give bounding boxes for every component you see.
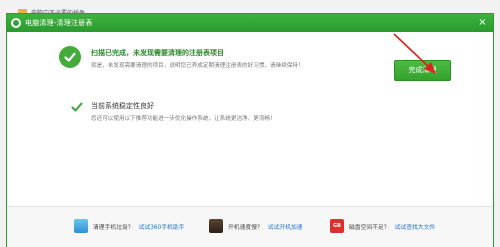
system-status-title: 当前系统稳定性良好	[91, 102, 154, 110]
promo-phone-cleanup: 清理手机垃圾？ 试试360手机助手	[74, 219, 184, 233]
scan-result-description: 就是，未发现需要清理的项目，说明您已养成定期清理注册表的好习惯，请继续保持！	[91, 63, 304, 69]
promo-link-boot-acceleration[interactable]: 试试开机加速	[268, 222, 303, 231]
finish-cleanup-button[interactable]: 完成清理	[394, 60, 451, 81]
phone-icon	[74, 219, 88, 233]
window-title: 电脑清理-清理注册表	[25, 19, 93, 27]
promo-text: 开机速度慢？	[228, 224, 263, 231]
app-logo-icon	[11, 18, 21, 28]
promo-text: 磁盘空间不足？	[349, 224, 390, 231]
registry-cleanup-dialog: 电脑清理-清理注册表 × 扫描已完成，未发现需要清理的注册表项目 就是，未发现需…	[6, 13, 494, 247]
title-bar: 电脑清理-清理注册表 ×	[7, 14, 493, 32]
promo-boot-speed: 开机速度慢？ 试试开机加速	[209, 219, 303, 233]
promo-disk-space: GB 磁盘空间不足？ 试试查找大文件	[330, 219, 435, 233]
check-icon	[71, 102, 83, 112]
disk-icon: GB	[330, 219, 344, 233]
close-button[interactable]: ×	[476, 16, 489, 29]
recommendation-bar: 清理手机垃圾？ 试试360手机助手 开机速度慢？ 试试开机加速 GB 磁盘空间不…	[7, 207, 493, 247]
scan-result-title: 扫描已完成，未发现需要清理的注册表项目	[91, 49, 224, 57]
promo-link-find-large-files[interactable]: 试试查找大文件	[395, 222, 436, 231]
system-status-description: 您还可以使用以下推荐功能进一步优化操作系统，让系统更洁净、更流畅！	[91, 116, 276, 122]
promo-text: 清理手机垃圾？	[93, 224, 134, 231]
speed-icon	[209, 219, 223, 233]
success-check-icon	[59, 46, 81, 68]
promo-link-phone-assistant[interactable]: 试试360手机助手	[139, 222, 185, 231]
